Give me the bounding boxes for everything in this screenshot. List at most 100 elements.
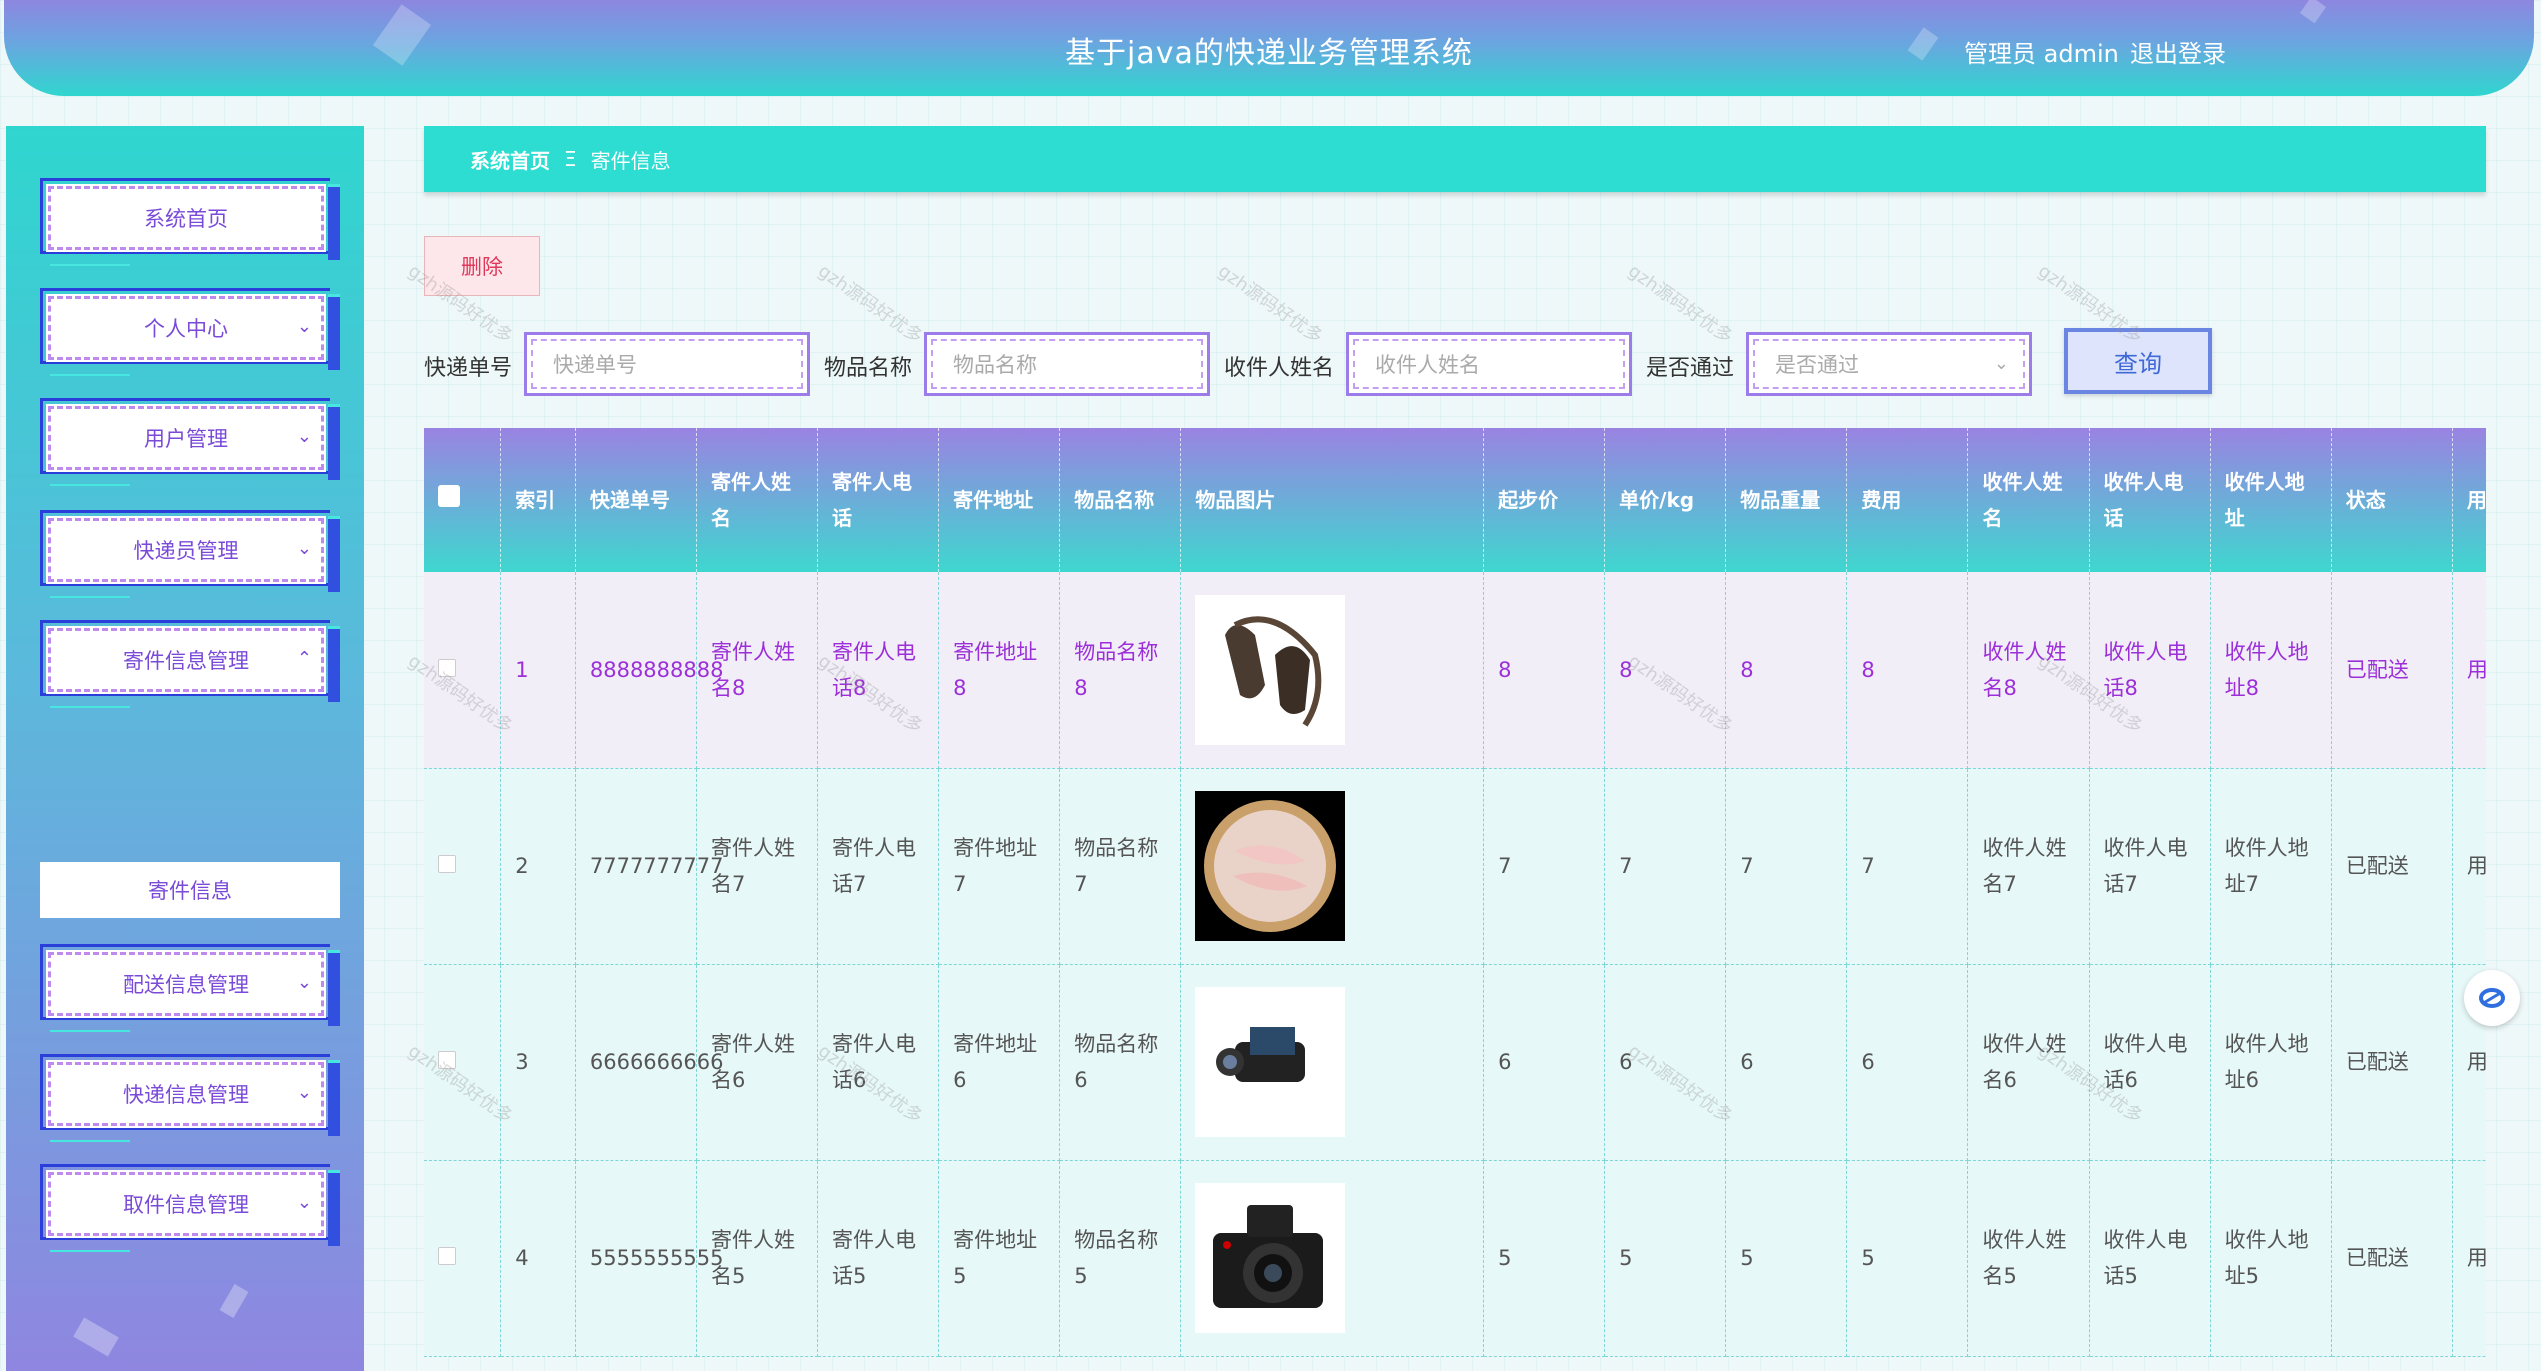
sidebar-item-label: 快递信息管理 bbox=[123, 1083, 249, 1107]
table-header-row: 索引 快递单号 寄件人姓名 寄件人电话 寄件地址 物品名称 物品图片 起步价 单… bbox=[424, 428, 2486, 572]
start-price: 7 bbox=[1483, 768, 1606, 965]
row-checkbox[interactable] bbox=[424, 1160, 502, 1357]
column-header[interactable]: 物品重量 bbox=[1725, 428, 1848, 572]
row-index: 4 bbox=[500, 1160, 576, 1357]
sidebar-subitem-shipment-info[interactable]: 寄件信息 bbox=[40, 862, 340, 918]
item-weight: 5 bbox=[1725, 1160, 1848, 1357]
unit-price: 6 bbox=[1604, 964, 1727, 1161]
row-index: 3 bbox=[500, 964, 576, 1161]
recipient-name: 收件人姓名7 bbox=[1967, 768, 2090, 965]
recipient-name: 收件人姓名8 bbox=[1967, 572, 2090, 769]
sidebar-item-label: 个人中心 bbox=[144, 317, 228, 341]
column-header[interactable]: 费用 bbox=[1846, 428, 1969, 572]
column-header[interactable]: 物品图片 bbox=[1180, 428, 1485, 572]
status: 已配送 bbox=[2331, 964, 2453, 1161]
column-header[interactable]: 用户账号 bbox=[2452, 428, 2486, 572]
sidebar-item-express-management[interactable]: 快递信息管理 ⌄ bbox=[40, 1054, 340, 1142]
row-checkbox[interactable] bbox=[424, 572, 502, 769]
row-checkbox[interactable] bbox=[424, 768, 502, 965]
breadcrumb-home[interactable]: 系统首页 bbox=[470, 145, 550, 174]
column-header[interactable]: 寄件人姓名 bbox=[696, 428, 819, 572]
chevron-down-icon: ⌄ bbox=[296, 1082, 312, 1103]
column-header[interactable]: 收件人地址 bbox=[2210, 428, 2332, 572]
sidebar-item-label: 用户管理 bbox=[144, 427, 228, 451]
item-image bbox=[1180, 964, 1485, 1161]
sidebar-item-label: 取件信息管理 bbox=[123, 1193, 249, 1217]
column-header[interactable]: 物品名称 bbox=[1059, 428, 1182, 572]
sidebar-item-home[interactable]: 系统首页 bbox=[40, 178, 340, 266]
column-header[interactable]: 收件人姓名 bbox=[1967, 428, 2090, 572]
sidebar-item-pickup-management[interactable]: 取件信息管理 ⌄ bbox=[40, 1164, 340, 1252]
unit-price: 5 bbox=[1604, 1160, 1727, 1357]
column-header[interactable]: 状态 bbox=[2331, 428, 2453, 572]
column-header[interactable]: 快递单号 bbox=[575, 428, 697, 572]
sender-name: 寄件人姓名6 bbox=[696, 964, 819, 1161]
select-all-checkbox[interactable] bbox=[424, 428, 502, 572]
user-account: 用户7 bbox=[2452, 768, 2486, 965]
sidebar-item-personal-center[interactable]: 个人中心 ⌄ bbox=[40, 288, 340, 376]
table-row[interactable]: 1 8888888888 寄件人姓名8 寄件人电话8 寄件地址8 物品名称8 8 8 8 8 收件人… bbox=[424, 572, 2486, 769]
unit-price: 8 bbox=[1604, 572, 1727, 769]
recipient-name-input[interactable]: 收件人姓名 bbox=[1346, 332, 1632, 396]
filter-label-item-name: 物品名称 bbox=[824, 356, 913, 381]
recipient-name: 收件人姓名6 bbox=[1967, 964, 2090, 1161]
chevron-down-icon: ⌄ bbox=[296, 538, 312, 559]
delete-button[interactable]: 删除 bbox=[424, 236, 540, 296]
sidebar-item-label: 寄件信息管理 bbox=[123, 649, 249, 673]
recipient-phone: 收件人电话8 bbox=[2089, 572, 2211, 769]
table-row[interactable]: 2 7777777777 寄件人姓名7 寄件人电话7 寄件地址7 物品名称7 7 7 7 7 收件人… bbox=[424, 768, 2486, 965]
column-header[interactable]: 寄件人电话 bbox=[817, 428, 940, 572]
recipient-phone: 收件人电话5 bbox=[2089, 1160, 2211, 1357]
chevron-down-icon: ⌄ bbox=[296, 972, 312, 993]
start-price: 5 bbox=[1483, 1160, 1606, 1357]
status: 已配送 bbox=[2331, 768, 2453, 965]
chevron-up-icon: ⌃ bbox=[296, 648, 312, 669]
sender-name: 寄件人姓名5 bbox=[696, 1160, 819, 1357]
column-header[interactable]: 索引 bbox=[500, 428, 576, 572]
tracking-number-input[interactable]: 快递单号 bbox=[524, 332, 810, 396]
item-weight: 7 bbox=[1725, 768, 1848, 965]
approved-select[interactable]: 是否通过 ⌄ bbox=[1746, 332, 2032, 396]
user-account: 用户8 bbox=[2452, 572, 2486, 769]
unit-price: 7 bbox=[1604, 768, 1727, 965]
fee: 6 bbox=[1846, 964, 1969, 1161]
recipient-address: 收件人地址5 bbox=[2210, 1160, 2332, 1357]
sidebar-item-shipment-management[interactable]: 寄件信息管理 ⌃ bbox=[40, 620, 340, 708]
row-index: 2 bbox=[500, 768, 576, 965]
item-name: 物品名称6 bbox=[1059, 964, 1182, 1161]
sender-name: 寄件人姓名8 bbox=[696, 572, 819, 769]
current-user: 管理员 admin bbox=[1964, 40, 2119, 68]
sender-name: 寄件人姓名7 bbox=[696, 768, 819, 965]
table-row[interactable]: 3 6666666666 寄件人姓名6 寄件人电话6 寄件地址6 物品名称6 6 6 6 6 收件人… bbox=[424, 964, 2486, 1161]
column-header[interactable]: 单价/kg bbox=[1604, 428, 1727, 572]
sidebar-item-delivery-management[interactable]: 配送信息管理 ⌄ bbox=[40, 944, 340, 1032]
table-row[interactable]: 4 5555555555 寄件人姓名5 寄件人电话5 寄件地址5 物品名称5 5 5 5 5 收件人… bbox=[424, 1160, 2486, 1357]
sidebar-item-label: 配送信息管理 bbox=[123, 973, 249, 997]
item-image bbox=[1180, 1160, 1485, 1357]
tracking-number: 8888888888 bbox=[575, 572, 723, 769]
search-button[interactable]: 查询 bbox=[2064, 328, 2212, 394]
breadcrumb-current: 寄件信息 bbox=[590, 148, 671, 173]
sender-phone: 寄件人电话7 bbox=[817, 768, 940, 965]
column-header[interactable]: 寄件地址 bbox=[938, 428, 1061, 572]
assistant-float-icon[interactable] bbox=[2464, 970, 2520, 1026]
row-checkbox[interactable] bbox=[424, 964, 502, 1161]
start-price: 8 bbox=[1483, 572, 1606, 769]
recipient-address: 收件人地址8 bbox=[2210, 572, 2332, 769]
filter-label-recipient-name: 收件人姓名 bbox=[1224, 356, 1335, 381]
item-name-input[interactable]: 物品名称 bbox=[924, 332, 1210, 396]
user-account: 用户5 bbox=[2452, 1160, 2486, 1357]
fee: 5 bbox=[1846, 1160, 1969, 1357]
column-header[interactable]: 收件人电话 bbox=[2089, 428, 2211, 572]
recipient-phone: 收件人电话6 bbox=[2089, 964, 2211, 1161]
sidebar-item-courier-management[interactable]: 快递员管理 ⌄ bbox=[40, 510, 340, 598]
recipient-address: 收件人地址7 bbox=[2210, 768, 2332, 965]
logout-link[interactable]: 退出登录 bbox=[2130, 34, 2226, 69]
sidebar-item-user-management[interactable]: 用户管理 ⌄ bbox=[40, 398, 340, 486]
item-image bbox=[1180, 768, 1485, 965]
item-image bbox=[1180, 572, 1485, 769]
column-header[interactable]: 起步价 bbox=[1483, 428, 1606, 572]
chevron-down-icon: ⌄ bbox=[296, 1192, 312, 1213]
top-header: 基于java的快递业务管理系统 管理员 admin 退出登录 bbox=[4, 0, 2534, 96]
sidebar: 系统首页 个人中心 ⌄ 用户管理 ⌄ 快递员管理 ⌄ 寄件信息管理 ⌃ 寄件信息… bbox=[6, 126, 364, 1371]
